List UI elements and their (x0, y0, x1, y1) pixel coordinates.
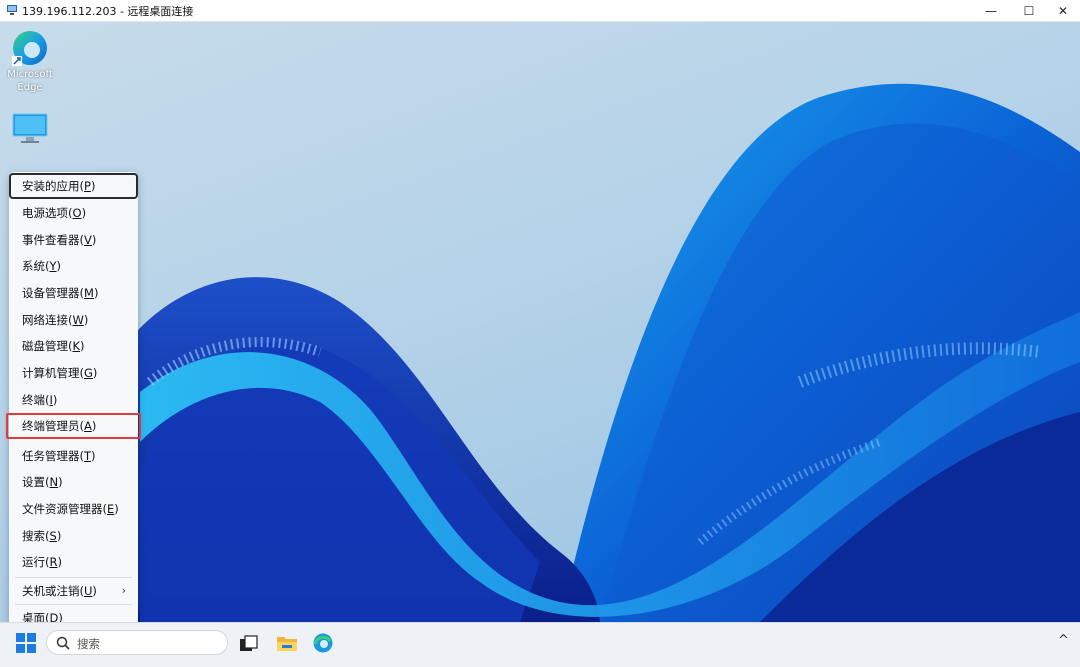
menu-item-system[interactable]: 系统(Y) (9, 253, 138, 279)
close-button[interactable]: ✕ (1044, 0, 1080, 21)
close-icon: ✕ (1057, 3, 1069, 18)
edge-taskbar-icon[interactable] (312, 632, 334, 654)
menu-item-run[interactable]: 运行(R) (9, 549, 138, 575)
desktop-icon-this-pc[interactable] (10, 112, 50, 146)
menu-item-desktop[interactable]: 桌面(D) (9, 605, 138, 622)
this-pc-icon (12, 113, 48, 143)
tray-overflow-chevron-icon[interactable]: ^ (1058, 633, 1069, 648)
window-title-bar: 139.196.112.203 - 远程桌面连接 — ☐ ✕ (0, 0, 1080, 22)
task-view-icon[interactable] (239, 634, 259, 654)
menu-item-device-manager[interactable]: 设备管理器(M) (9, 280, 138, 306)
window-title: 139.196.112.203 - 远程桌面连接 (22, 5, 194, 18)
desktop-icon-edge-label: Microsoft Edge (7, 69, 53, 93)
minimize-button[interactable]: — (972, 0, 1010, 21)
menu-item-shutdown-signout[interactable]: 关机或注销(U) › (9, 578, 138, 604)
menu-item-power-options[interactable]: 电源选项(O) (9, 200, 138, 226)
remote-desktop-icon (7, 5, 17, 15)
menu-item-computer-management[interactable]: 计算机管理(G) (9, 360, 138, 386)
wallpaper-bloom (120, 83, 1080, 622)
menu-item-network-connections[interactable]: 网络连接(W) (9, 307, 138, 333)
windows-start-icon[interactable] (16, 633, 36, 653)
menu-item-file-explorer[interactable]: 文件资源管理器(E) (9, 496, 138, 522)
desktop-icon-edge[interactable]: Microsoft Edge (4, 28, 56, 94)
maximize-icon: ☐ (1023, 3, 1035, 18)
taskbar-search-box[interactable]: 搜索 (46, 630, 228, 655)
menu-item-terminal[interactable]: 终端(I) (9, 387, 138, 413)
menu-item-terminal-admin[interactable]: 终端管理员(A) (6, 413, 141, 439)
menu-item-task-manager[interactable]: 任务管理器(T) (9, 443, 138, 469)
menu-item-event-viewer[interactable]: 事件查看器(V) (9, 227, 138, 253)
edge-icon (12, 31, 47, 66)
search-icon (56, 636, 70, 650)
menu-item-disk-management[interactable]: 磁盘管理(K) (9, 333, 138, 359)
file-explorer-icon[interactable] (276, 633, 298, 653)
winx-context-menu: 安装的应用(P) 电源选项(O) 事件查看器(V) 系统(Y) 设备管理器(M)… (6, 172, 141, 622)
menu-item-settings[interactable]: 设置(N) (9, 469, 138, 495)
chevron-right-icon: › (121, 584, 126, 597)
menu-item-installed-apps[interactable]: 安装的应用(P) (9, 173, 138, 199)
minimize-icon: — (985, 3, 997, 18)
maximize-button[interactable]: ☐ (1010, 0, 1048, 21)
menu-item-search[interactable]: 搜索(S) (9, 523, 138, 549)
taskbar: 搜索 ^ (0, 622, 1080, 667)
search-placeholder: 搜索 (77, 637, 100, 651)
desktop[interactable]: Microsoft Edge 安装的应用(P) 电源选项(O) 事件查看器(V)… (0, 22, 1080, 622)
